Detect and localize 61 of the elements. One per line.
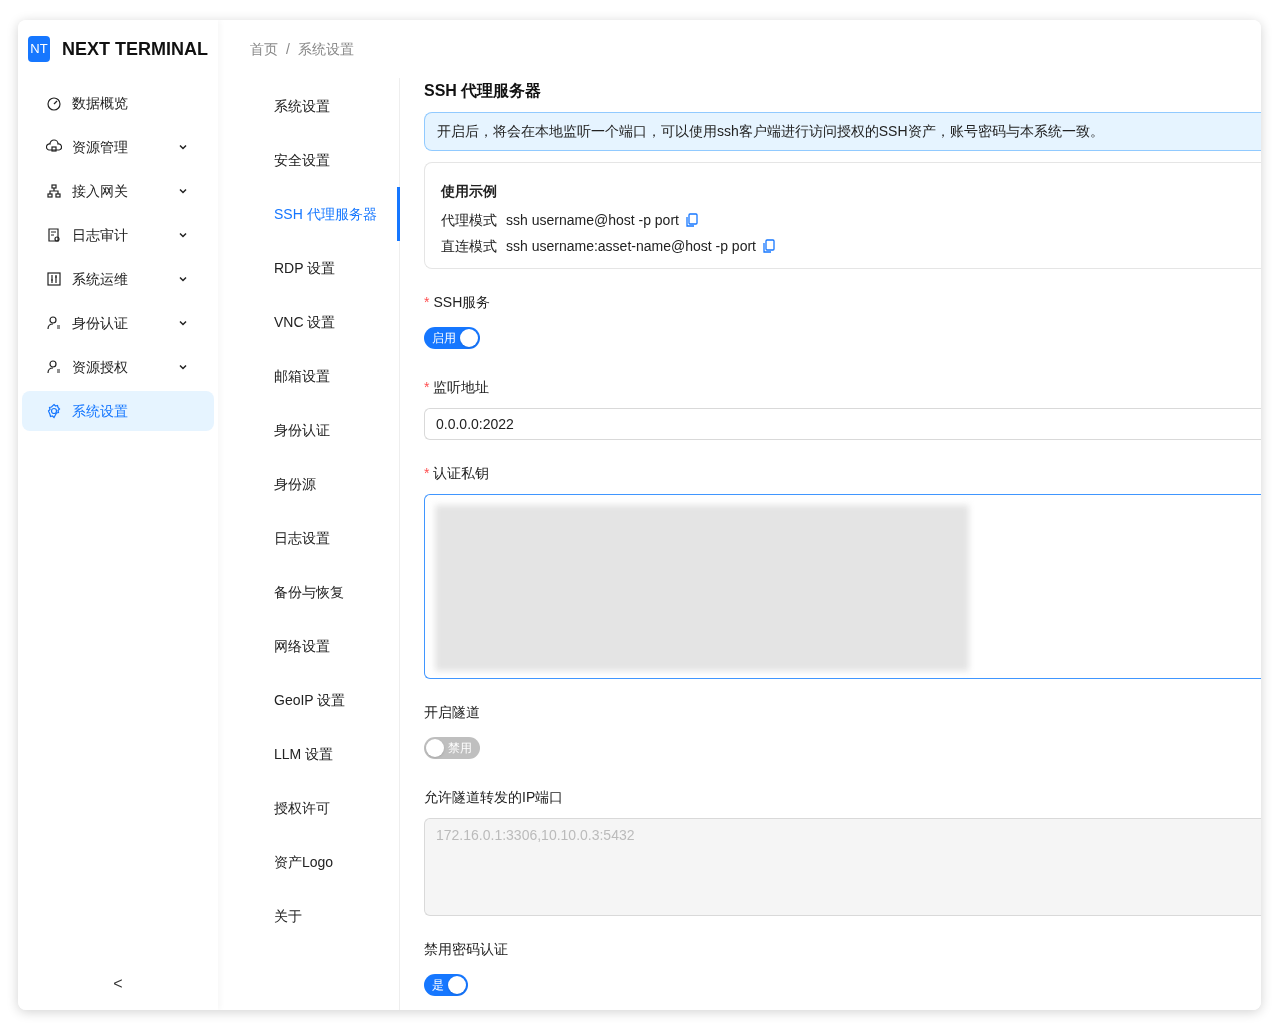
breadcrumb-current: 系统设置 xyxy=(297,39,354,59)
cloud-icon xyxy=(46,139,62,155)
settings-menu-item[interactable]: SSH 代理服务器 xyxy=(218,187,400,241)
breadcrumb-link[interactable]: 首页 xyxy=(250,38,278,60)
network-icon xyxy=(46,183,62,199)
toggle-switch[interactable]: 启用 xyxy=(424,327,480,349)
nav-item[interactable]: 数据概览 xyxy=(22,83,214,123)
field-label: 禁用密码认证 xyxy=(424,939,508,959)
collapse-button[interactable]: < xyxy=(113,972,123,996)
document-icon xyxy=(46,227,62,243)
user-icon xyxy=(46,315,62,331)
copy-icon[interactable] xyxy=(685,213,698,227)
user-icon xyxy=(46,359,62,375)
settings-menu-item[interactable]: 关于 xyxy=(218,889,399,943)
required-mark: * xyxy=(424,292,430,312)
sliders-icon xyxy=(46,271,62,287)
settings-menu-item[interactable]: 日志设置 xyxy=(218,511,399,565)
gauge-icon xyxy=(46,95,62,111)
nav-item[interactable]: 资源管理 xyxy=(22,127,214,167)
settings-menu-item[interactable]: LLM 设置 xyxy=(218,727,399,781)
field-label: 开启隧道 xyxy=(424,702,480,722)
textarea-field: 172.16.0.1:3306,10.10.0.3:5432 xyxy=(424,818,1261,916)
example-title: 使用示例 xyxy=(441,182,498,201)
example-command: ssh username:asset-name@host -p port xyxy=(506,236,756,256)
example-command: ssh username@host -p port xyxy=(506,210,679,230)
nav-item[interactable]: 身份认证 xyxy=(22,303,214,343)
example-label: 直连模式 xyxy=(441,236,497,256)
section-title: SSH 代理服务器 xyxy=(424,81,543,101)
info-alert: 开启后，将会在本地监听一个端口，可以使用ssh客户端进行访问授权的SSH资产，账号密码与本系统一致。 xyxy=(424,112,1261,151)
nav-item[interactable]: 系统运维 xyxy=(22,259,214,299)
text-input[interactable]: 0.0.0.0:2022 xyxy=(424,408,1261,440)
settings-menu-item[interactable]: GeoIP 设置 xyxy=(218,673,399,727)
example-label: 代理模式 xyxy=(441,210,497,230)
settings-menu-item[interactable]: RDP 设置 xyxy=(218,241,399,295)
settings-icon xyxy=(46,403,62,419)
nav-item[interactable]: 日志审计 xyxy=(22,215,214,255)
settings-menu-item[interactable]: 安全设置 xyxy=(218,133,399,187)
settings-menu-item[interactable]: 备份与恢复 xyxy=(218,565,399,619)
app-name: NEXT TERMINAL xyxy=(62,37,208,61)
copy-icon[interactable] xyxy=(763,239,775,253)
toggle-switch[interactable]: 是 xyxy=(424,974,468,996)
field-label: SSH服务 xyxy=(433,292,491,312)
settings-menu-item[interactable]: 网络设置 xyxy=(218,619,399,673)
private-key-field[interactable] xyxy=(424,494,1261,679)
breadcrumb-separator: / xyxy=(286,39,290,59)
required-mark: * xyxy=(424,377,430,397)
settings-menu-item[interactable]: 系统设置 xyxy=(218,79,399,133)
nav-item[interactable]: 接入网关 xyxy=(22,171,214,211)
field-label: 认证私钥 xyxy=(433,463,490,483)
settings-menu-item[interactable]: 授权许可 xyxy=(218,781,399,835)
required-mark: * xyxy=(424,463,430,483)
settings-menu-item[interactable]: 邮箱设置 xyxy=(218,349,399,403)
field-label: 允许隧道转发的IP端口 xyxy=(424,787,564,807)
nav-item[interactable]: 系统设置 xyxy=(22,391,214,431)
settings-menu-item[interactable]: 身份认证 xyxy=(218,403,399,457)
field-label: 监听地址 xyxy=(433,377,490,397)
nav-item[interactable]: 资源授权 xyxy=(22,347,214,387)
settings-menu-item[interactable]: 身份源 xyxy=(218,457,399,511)
settings-menu-item[interactable]: 资产Logo xyxy=(218,835,399,889)
settings-menu-item[interactable]: VNC 设置 xyxy=(218,295,399,349)
logo: NT xyxy=(28,36,50,62)
